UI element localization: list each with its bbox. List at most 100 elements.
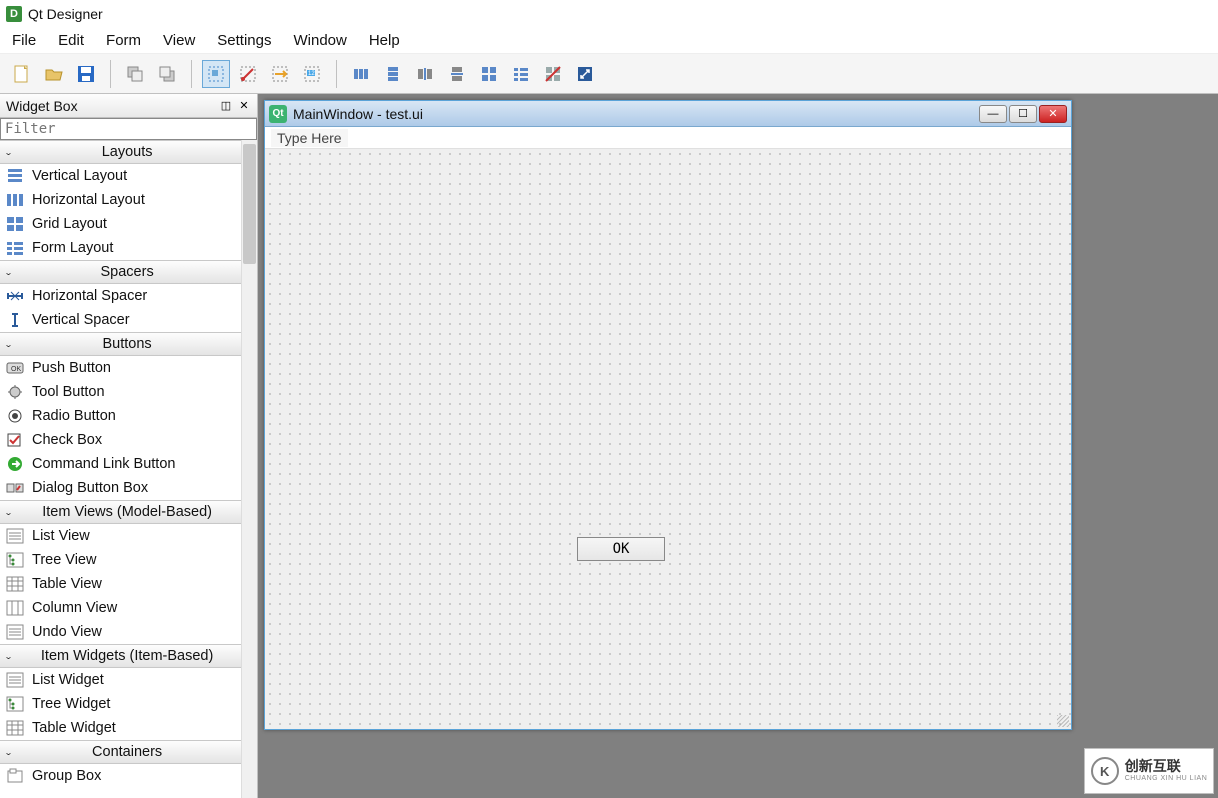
design-window[interactable]: Qt MainWindow - test.ui — ☐ ✕ Type Here … <box>264 100 1072 730</box>
widget-item-label: Group Box <box>32 768 101 784</box>
widget-box-scrollbar[interactable] <box>241 140 257 798</box>
widget-category[interactable]: ⌄Layouts <box>0 140 241 164</box>
widget-item[interactable]: Vertical Layout <box>0 164 241 188</box>
widget-category[interactable]: ⌄Containers <box>0 740 241 764</box>
table-icon <box>6 576 24 592</box>
layout-form-icon[interactable] <box>507 60 535 88</box>
widget-category[interactable]: ⌄Buttons <box>0 332 241 356</box>
widget-filter-input[interactable] <box>0 118 257 140</box>
menu-form[interactable]: Form <box>102 30 145 51</box>
widget-item[interactable]: List View <box>0 524 241 548</box>
widget-item[interactable]: Tree Widget <box>0 692 241 716</box>
layout-vsplit-icon[interactable] <box>443 60 471 88</box>
menu-settings[interactable]: Settings <box>213 30 275 51</box>
resize-grip-icon[interactable] <box>1057 715 1069 727</box>
widget-item[interactable]: Tree View <box>0 548 241 572</box>
minimize-icon[interactable]: — <box>979 105 1007 123</box>
bring-front-icon[interactable] <box>153 60 181 88</box>
widget-tree[interactable]: ⌄LayoutsVertical LayoutHorizontal Layout… <box>0 140 257 798</box>
app-icon: D <box>6 6 22 22</box>
panel-float-icon[interactable]: ◫ <box>219 99 233 113</box>
widget-item-label: Radio Button <box>32 408 116 424</box>
chevron-down-icon: ⌄ <box>4 147 13 156</box>
widget-box-title: Widget Box <box>6 98 78 114</box>
design-canvas-area: Qt MainWindow - test.ui — ☐ ✕ Type Here … <box>258 94 1218 798</box>
widget-item[interactable]: Group Box <box>0 764 241 788</box>
widget-item[interactable]: Table Widget <box>0 716 241 740</box>
open-icon[interactable] <box>40 60 68 88</box>
watermark-icon: K <box>1091 757 1119 785</box>
menu-file[interactable]: File <box>8 30 40 51</box>
widget-item-label: Horizontal Spacer <box>32 288 147 304</box>
widget-item[interactable]: List Widget <box>0 668 241 692</box>
widget-box-panel: Widget Box ◫ ✕ ⌄LayoutsVertical LayoutHo… <box>0 94 258 798</box>
widget-item[interactable]: Tool Button <box>0 380 241 404</box>
svg-text:12: 12 <box>308 71 315 77</box>
widget-item-label: Form Layout <box>32 240 113 256</box>
edit-widgets-icon[interactable] <box>202 60 230 88</box>
qt-icon: Qt <box>269 105 287 123</box>
widget-item[interactable]: Horizontal Spacer <box>0 284 241 308</box>
menu-view[interactable]: View <box>159 30 199 51</box>
edit-signals-icon[interactable] <box>234 60 262 88</box>
widget-item[interactable]: OKPush Button <box>0 356 241 380</box>
category-label: Item Views (Model-Based) <box>17 504 237 520</box>
menu-edit[interactable]: Edit <box>54 30 88 51</box>
category-label: Item Widgets (Item-Based) <box>17 648 237 664</box>
toolbar-separator <box>191 60 192 88</box>
widget-item[interactable]: Radio Button <box>0 404 241 428</box>
design-form-canvas[interactable]: OK <box>265 149 1071 729</box>
maximize-icon[interactable]: ☐ <box>1009 105 1037 123</box>
menu-type-here[interactable]: Type Here <box>271 129 348 147</box>
widget-item-label: Table View <box>32 576 102 592</box>
widget-item[interactable]: Vertical Spacer <box>0 308 241 332</box>
widget-item[interactable]: Grid Layout <box>0 212 241 236</box>
widget-item-label: Dialog Button Box <box>32 480 148 496</box>
widget-item[interactable]: Dialog Button Box <box>0 476 241 500</box>
widget-item[interactable]: Command Link Button <box>0 452 241 476</box>
menu-window[interactable]: Window <box>289 30 350 51</box>
layout-hsplit-icon[interactable] <box>411 60 439 88</box>
chevron-down-icon: ⌄ <box>4 651 13 660</box>
widget-item[interactable]: Column View <box>0 596 241 620</box>
edit-buddies-icon[interactable] <box>266 60 294 88</box>
design-menubar[interactable]: Type Here <box>265 127 1071 149</box>
category-label: Spacers <box>17 264 237 280</box>
close-icon[interactable]: ✕ <box>1039 105 1067 123</box>
widget-item[interactable]: Table View <box>0 572 241 596</box>
design-window-titlebar[interactable]: Qt MainWindow - test.ui — ☐ ✕ <box>265 101 1071 127</box>
edit-taborder-icon[interactable]: 12 <box>298 60 326 88</box>
layout-grid-icon[interactable] <box>475 60 503 88</box>
widget-item-label: Push Button <box>32 360 111 376</box>
save-icon[interactable] <box>72 60 100 88</box>
widget-item[interactable]: Horizontal Layout <box>0 188 241 212</box>
widget-item-label: Table Widget <box>32 720 116 736</box>
menu-help[interactable]: Help <box>365 30 404 51</box>
widget-item[interactable]: Undo View <box>0 620 241 644</box>
widget-item-label: Grid Layout <box>32 216 107 232</box>
break-layout-icon[interactable] <box>539 60 567 88</box>
widget-item-label: List Widget <box>32 672 104 688</box>
widget-category[interactable]: ⌄ Item Widgets (Item-Based) <box>0 644 241 668</box>
layout-horizontal-icon[interactable] <box>347 60 375 88</box>
watermark-sub: CHUANG XIN HU LIAN <box>1125 775 1208 783</box>
ok-button[interactable]: OK <box>577 537 665 561</box>
watermark-text: 创新互联 <box>1125 759 1208 774</box>
layout-vertical-icon[interactable] <box>379 60 407 88</box>
widget-category[interactable]: ⌄ Item Views (Model-Based) <box>0 500 241 524</box>
widget-item-label: Undo View <box>32 624 102 640</box>
widget-item[interactable]: Check Box <box>0 428 241 452</box>
send-back-icon[interactable] <box>121 60 149 88</box>
adjust-size-icon[interactable] <box>571 60 599 88</box>
vspacer-icon <box>6 312 24 328</box>
widget-category[interactable]: ⌄Spacers <box>0 260 241 284</box>
widget-item[interactable]: Form Layout <box>0 236 241 260</box>
new-form-icon[interactable] <box>8 60 36 88</box>
grid-icon <box>6 216 24 232</box>
panel-close-icon[interactable]: ✕ <box>237 99 251 113</box>
chevron-down-icon: ⌄ <box>4 507 13 516</box>
app-titlebar: D Qt Designer <box>0 0 1218 28</box>
widget-item-label: Vertical Spacer <box>32 312 130 328</box>
widget-item-label: Tree View <box>32 552 96 568</box>
menubar: File Edit Form View Settings Window Help <box>0 28 1218 54</box>
